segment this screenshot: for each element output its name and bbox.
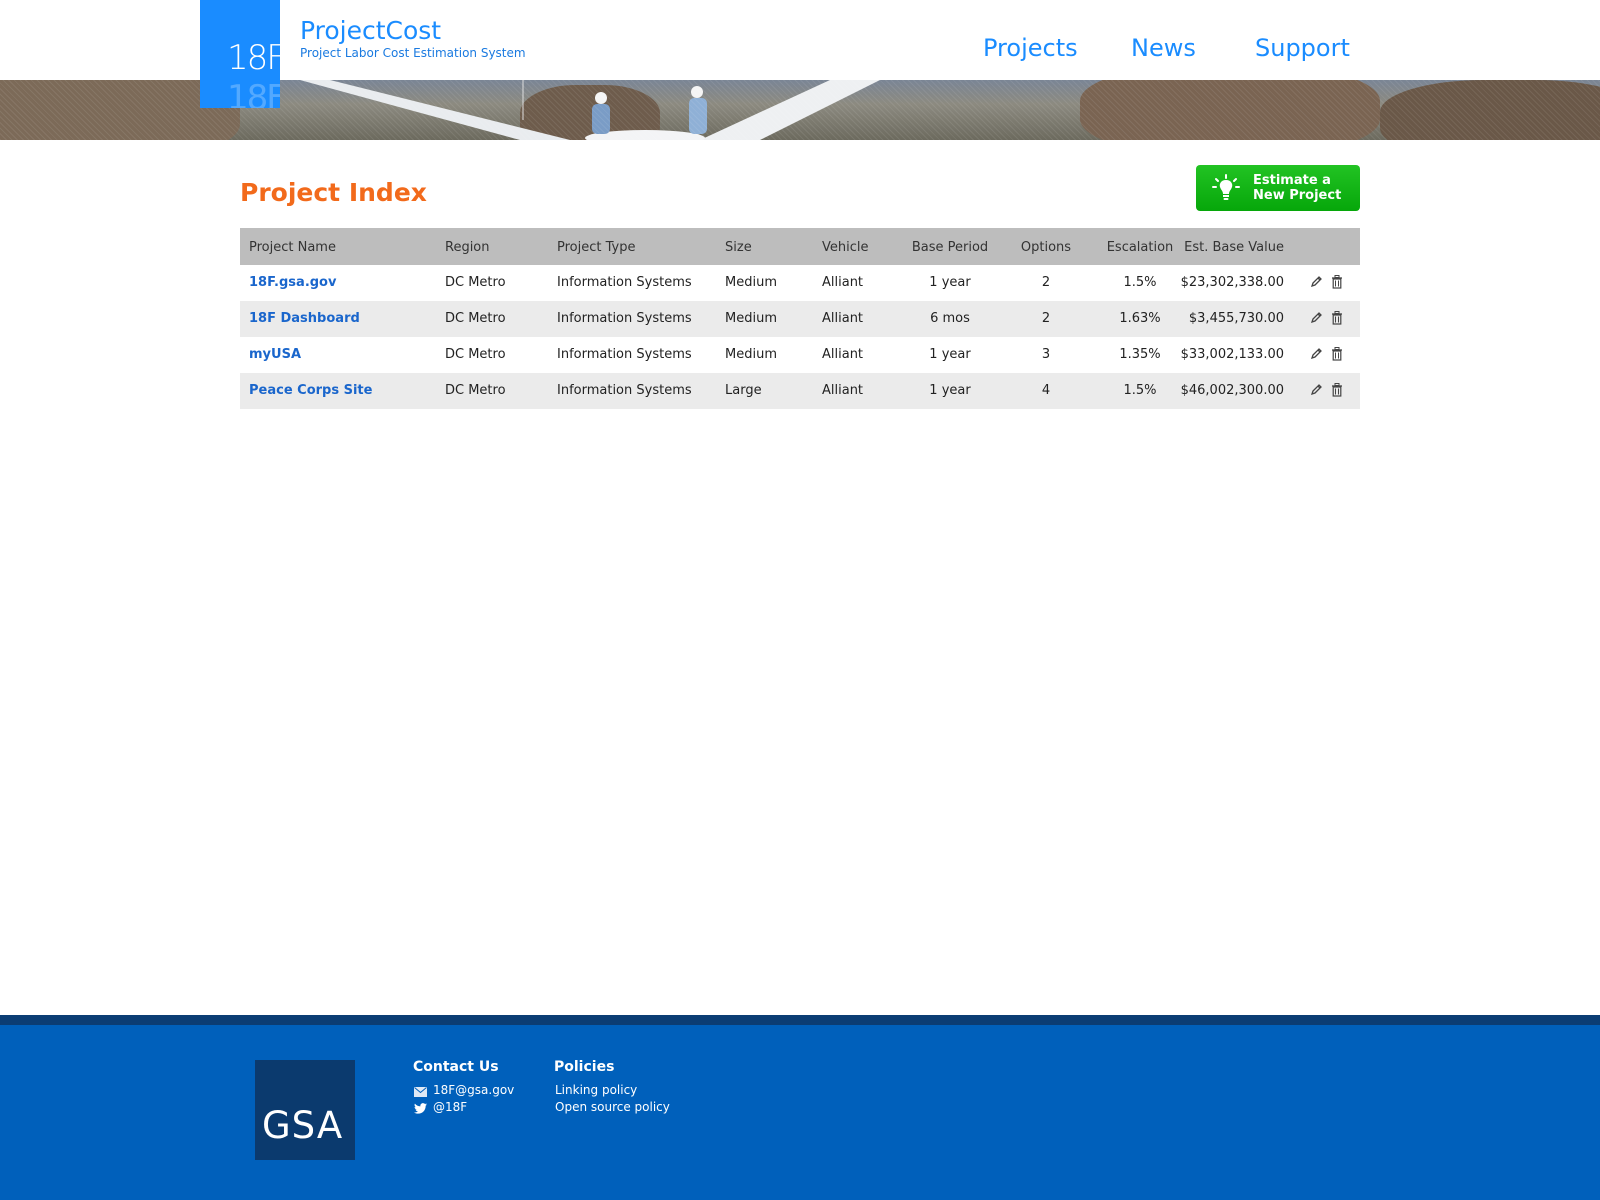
estimate-button-line2: New Project bbox=[1253, 188, 1342, 203]
col-size[interactable]: Size bbox=[725, 228, 752, 268]
site-footer: GSA Contact Us 18F@gsa.gov @18F Policies… bbox=[0, 1025, 1600, 1200]
nav-support[interactable]: Support bbox=[1255, 34, 1350, 62]
mail-icon bbox=[414, 1087, 427, 1097]
project-region: DC Metro bbox=[445, 275, 506, 290]
lightbulb-icon bbox=[1212, 174, 1240, 200]
project-type: Information Systems bbox=[557, 347, 692, 362]
estimate-new-project-button[interactable]: Estimate a New Project bbox=[1196, 165, 1360, 211]
app-subtitle: Project Labor Cost Estimation System bbox=[300, 46, 526, 60]
contact-us-heading: Contact Us bbox=[413, 1059, 499, 1075]
project-base-value: $23,302,338.00 bbox=[1180, 275, 1284, 290]
project-base-period: 6 mos bbox=[930, 311, 970, 326]
table-row: 18F.gsa.gov DC Metro Information Systems… bbox=[240, 265, 1360, 301]
project-base-period: 1 year bbox=[929, 275, 971, 290]
project-vehicle: Alliant bbox=[822, 383, 864, 398]
project-index-table: Project Name Region Project Type Size Ve… bbox=[240, 228, 1360, 409]
project-vehicle: Alliant bbox=[822, 347, 864, 362]
col-est-base-value[interactable]: Est. Base Value bbox=[1140, 228, 1284, 268]
site-header: 18F 18F ProjectCost Project Labor Cost E… bbox=[0, 0, 1600, 108]
contact-email-link[interactable]: 18F@gsa.gov bbox=[433, 1083, 514, 1097]
col-region[interactable]: Region bbox=[445, 228, 490, 268]
logo-reflection: 18F bbox=[227, 78, 280, 108]
col-project-type[interactable]: Project Type bbox=[557, 228, 635, 268]
delete-trash-icon[interactable] bbox=[1331, 275, 1343, 293]
page-title: Project Index bbox=[240, 178, 427, 207]
edit-pencil-icon[interactable] bbox=[1310, 383, 1323, 401]
project-base-value: $3,455,730.00 bbox=[1188, 311, 1284, 326]
gsa-logo[interactable]: GSA bbox=[255, 1060, 355, 1160]
project-type: Information Systems bbox=[557, 383, 692, 398]
edit-pencil-icon[interactable] bbox=[1310, 311, 1323, 329]
twitter-icon bbox=[414, 1103, 427, 1114]
project-base-period: 1 year bbox=[929, 383, 971, 398]
estimate-button-line1: Estimate a bbox=[1253, 173, 1331, 188]
delete-trash-icon[interactable] bbox=[1331, 311, 1343, 329]
col-base-period[interactable]: Base Period bbox=[890, 228, 1010, 268]
project-name-link[interactable]: Peace Corps Site bbox=[249, 373, 372, 409]
project-region: DC Metro bbox=[445, 311, 506, 326]
project-size: Medium bbox=[725, 275, 777, 290]
project-vehicle: Alliant bbox=[822, 311, 864, 326]
gsa-logo-text: GSA bbox=[262, 1104, 344, 1147]
nav-projects[interactable]: Projects bbox=[983, 34, 1078, 62]
col-project-name[interactable]: Project Name bbox=[249, 228, 336, 268]
table-row: 18F Dashboard DC Metro Information Syste… bbox=[240, 301, 1360, 337]
footer-divider bbox=[0, 1015, 1600, 1025]
project-size: Medium bbox=[725, 311, 777, 326]
table-row: myUSA DC Metro Information Systems Mediu… bbox=[240, 337, 1360, 373]
project-name-link[interactable]: 18F.gsa.gov bbox=[249, 265, 336, 301]
edit-pencil-icon[interactable] bbox=[1310, 347, 1323, 365]
project-size: Medium bbox=[725, 347, 777, 362]
project-name-link[interactable]: myUSA bbox=[249, 337, 301, 373]
project-base-period: 1 year bbox=[929, 347, 971, 362]
contact-twitter-link[interactable]: @18F bbox=[433, 1100, 467, 1114]
project-base-value: $33,002,133.00 bbox=[1180, 347, 1284, 362]
edit-pencil-icon[interactable] bbox=[1310, 275, 1323, 293]
open-source-policy-link[interactable]: Open source policy bbox=[555, 1100, 670, 1114]
table-header: Project Name Region Project Type Size Ve… bbox=[240, 228, 1360, 265]
project-type: Information Systems bbox=[557, 275, 692, 290]
logo-text: 18F bbox=[227, 38, 280, 78]
project-size: Large bbox=[725, 383, 762, 398]
app-title[interactable]: ProjectCost bbox=[300, 16, 441, 45]
nav-news[interactable]: News bbox=[1131, 34, 1196, 62]
project-type: Information Systems bbox=[557, 311, 692, 326]
project-name-link[interactable]: 18F Dashboard bbox=[249, 301, 360, 337]
linking-policy-link[interactable]: Linking policy bbox=[555, 1083, 637, 1097]
table-row: Peace Corps Site DC Metro Information Sy… bbox=[240, 373, 1360, 409]
project-vehicle: Alliant bbox=[822, 275, 864, 290]
delete-trash-icon[interactable] bbox=[1331, 383, 1343, 401]
col-vehicle[interactable]: Vehicle bbox=[822, 228, 869, 268]
project-base-value: $46,002,300.00 bbox=[1180, 383, 1284, 398]
policies-heading: Policies bbox=[554, 1059, 615, 1075]
delete-trash-icon[interactable] bbox=[1331, 347, 1343, 365]
logo-18f[interactable]: 18F 18F bbox=[200, 0, 280, 108]
project-region: DC Metro bbox=[445, 347, 506, 362]
project-region: DC Metro bbox=[445, 383, 506, 398]
